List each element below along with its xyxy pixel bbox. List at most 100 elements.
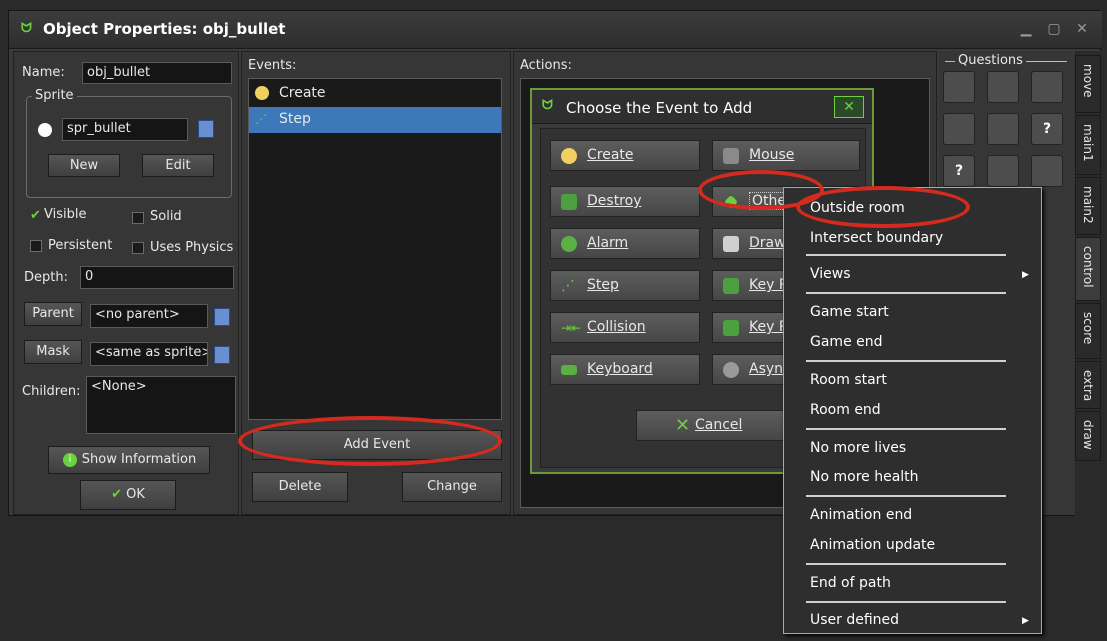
menu-item-animation-update[interactable]: Animation update	[810, 537, 935, 553]
cube-icon[interactable]	[987, 113, 1019, 145]
step-event-button[interactable]: ⋰ Step	[550, 270, 700, 301]
menu-item-views[interactable]: Views	[810, 266, 851, 282]
collision-event-button[interactable]: ⇥⇤ Collision	[550, 312, 700, 343]
list-item[interactable]: ⋰ Step	[249, 107, 501, 133]
sprite-group	[26, 96, 232, 198]
globe-icon	[723, 362, 739, 378]
change-event-button[interactable]: Change	[402, 472, 502, 502]
events-list[interactable]: Create ⋰ Step	[248, 78, 502, 420]
name-field[interactable]: obj_bullet	[82, 62, 232, 84]
delete-event-button[interactable]: Delete	[252, 472, 348, 502]
menu-item-end-of-path[interactable]: End of path	[810, 575, 891, 591]
menu-item-animation-end[interactable]: Animation end	[810, 507, 912, 523]
mouse-event-button[interactable]: Mouse	[712, 140, 860, 171]
clock-icon	[561, 236, 577, 252]
persistent-checkbox[interactable]	[30, 240, 42, 252]
tab-main2[interactable]: main2	[1075, 177, 1101, 235]
create-event-button[interactable]: Create	[550, 140, 700, 171]
left-panel: Name: obj_bullet Sprite spr_bullet New E…	[13, 51, 239, 515]
maximize-button[interactable]: ▢	[1041, 19, 1067, 39]
tab-control[interactable]: control	[1075, 237, 1101, 301]
name-label: Name:	[22, 65, 65, 80]
show-information-label: Show Information	[81, 452, 197, 467]
question-icon[interactable]: ?	[1031, 113, 1063, 145]
depth-label: Depth:	[24, 270, 68, 285]
menu-separator	[806, 254, 1006, 256]
visible-checkbox[interactable]: ✔	[30, 209, 42, 222]
minimize-button[interactable]: ▁	[1013, 19, 1039, 39]
menu-separator	[806, 428, 1006, 430]
tab-move[interactable]: move	[1075, 55, 1101, 113]
menu-separator	[806, 292, 1006, 294]
key-release-icon	[723, 320, 739, 336]
dialog-title: Choose the Event to Add	[566, 99, 753, 117]
step-icon: ⋰	[561, 278, 575, 294]
uses-physics-checkbox[interactable]	[132, 242, 144, 254]
menu-separator	[806, 563, 1006, 565]
dialog-close-button[interactable]: ✕	[834, 96, 864, 118]
show-information-button[interactable]: i Show Information	[48, 446, 210, 474]
parent-menu-icon[interactable]	[214, 308, 230, 326]
ok-button[interactable]: ✔ OK	[80, 480, 176, 510]
children-label: Children:	[22, 384, 81, 399]
edit-sprite-button[interactable]: Edit	[142, 154, 214, 177]
new-sprite-button[interactable]: New	[48, 154, 120, 177]
uses-physics-label: Uses Physics	[150, 240, 234, 255]
depth-field[interactable]: 0	[80, 266, 234, 289]
keyboard-icon	[561, 365, 577, 375]
submenu-arrow-icon: ▶	[1022, 270, 1029, 280]
mask-menu-icon[interactable]	[214, 346, 230, 364]
dialog-title-bar: ᗢ Choose the Event to Add ✕	[532, 90, 872, 124]
title-bar: ᗢ Object Properties: obj_bullet ▁ ▢ ✕	[9, 11, 1102, 49]
green-ball-icon[interactable]	[1031, 71, 1063, 103]
highlight-oval-outside-room	[796, 186, 970, 228]
cancel-button[interactable]: ✕ Cancel	[636, 410, 796, 441]
collision-icon: ⇥⇤	[561, 321, 582, 335]
menu-item-game-end[interactable]: Game end	[810, 334, 883, 350]
solid-label: Solid	[150, 209, 182, 224]
sprite-menu-icon[interactable]	[198, 120, 214, 138]
tab-score[interactable]: score	[1075, 303, 1101, 359]
sprite-group-label: Sprite	[32, 88, 77, 103]
dice-icon[interactable]	[943, 113, 975, 145]
mouse-icon[interactable]	[987, 155, 1019, 187]
recycle-icon	[561, 194, 577, 210]
cross-icon: ✕	[675, 415, 691, 436]
menu-item-game-start[interactable]: Game start	[810, 304, 889, 320]
parent-field[interactable]: <no parent>	[90, 304, 208, 328]
close-button[interactable]: ✕	[1069, 19, 1095, 39]
alarm-event-button[interactable]: Alarm	[550, 228, 700, 259]
gamemaker-logo-icon: ᗢ	[542, 98, 553, 113]
sprite-field[interactable]: spr_bullet	[62, 118, 188, 141]
question-box-icon[interactable]: ?	[943, 155, 975, 187]
dashed-circle-icon[interactable]	[943, 71, 975, 103]
mask-button[interactable]: Mask	[24, 340, 82, 364]
parent-button[interactable]: Parent	[24, 302, 82, 326]
menu-item-room-start[interactable]: Room start	[810, 372, 887, 388]
menu-separator	[806, 495, 1006, 497]
library-tabs: move main1 main2 control score extra dra…	[1075, 51, 1101, 517]
events-label: Events:	[248, 58, 297, 73]
menu-item-intersect-boundary[interactable]: Intersect boundary	[810, 230, 943, 246]
keyboard-event-button[interactable]: Keyboard	[550, 354, 700, 385]
mask-field[interactable]: <same as sprite>	[90, 342, 208, 366]
window-title: Object Properties: obj_bullet	[43, 20, 286, 38]
tab-main1[interactable]: main1	[1075, 115, 1101, 175]
solid-checkbox[interactable]	[132, 212, 144, 224]
tab-extra[interactable]: extra	[1075, 361, 1101, 409]
submenu-arrow-icon: ▶	[1022, 616, 1029, 626]
menu-item-user-defined[interactable]: User defined	[810, 612, 899, 628]
visible-label: Visible	[44, 207, 87, 222]
sprite-preview-icon	[38, 123, 52, 137]
list-item[interactable]: Create	[249, 81, 501, 107]
jump-icon[interactable]	[987, 71, 1019, 103]
mouse-icon	[723, 148, 739, 164]
destroy-event-button[interactable]: Destroy	[550, 186, 700, 217]
menu-item-no-more-lives[interactable]: No more lives	[810, 440, 906, 456]
paint-icon	[723, 236, 739, 252]
menu-item-room-end[interactable]: Room end	[810, 402, 881, 418]
step-icon: ⋰	[255, 112, 267, 126]
grid-icon[interactable]	[1031, 155, 1063, 187]
tab-draw[interactable]: draw	[1075, 411, 1101, 461]
menu-item-no-more-health[interactable]: No more health	[810, 469, 919, 485]
